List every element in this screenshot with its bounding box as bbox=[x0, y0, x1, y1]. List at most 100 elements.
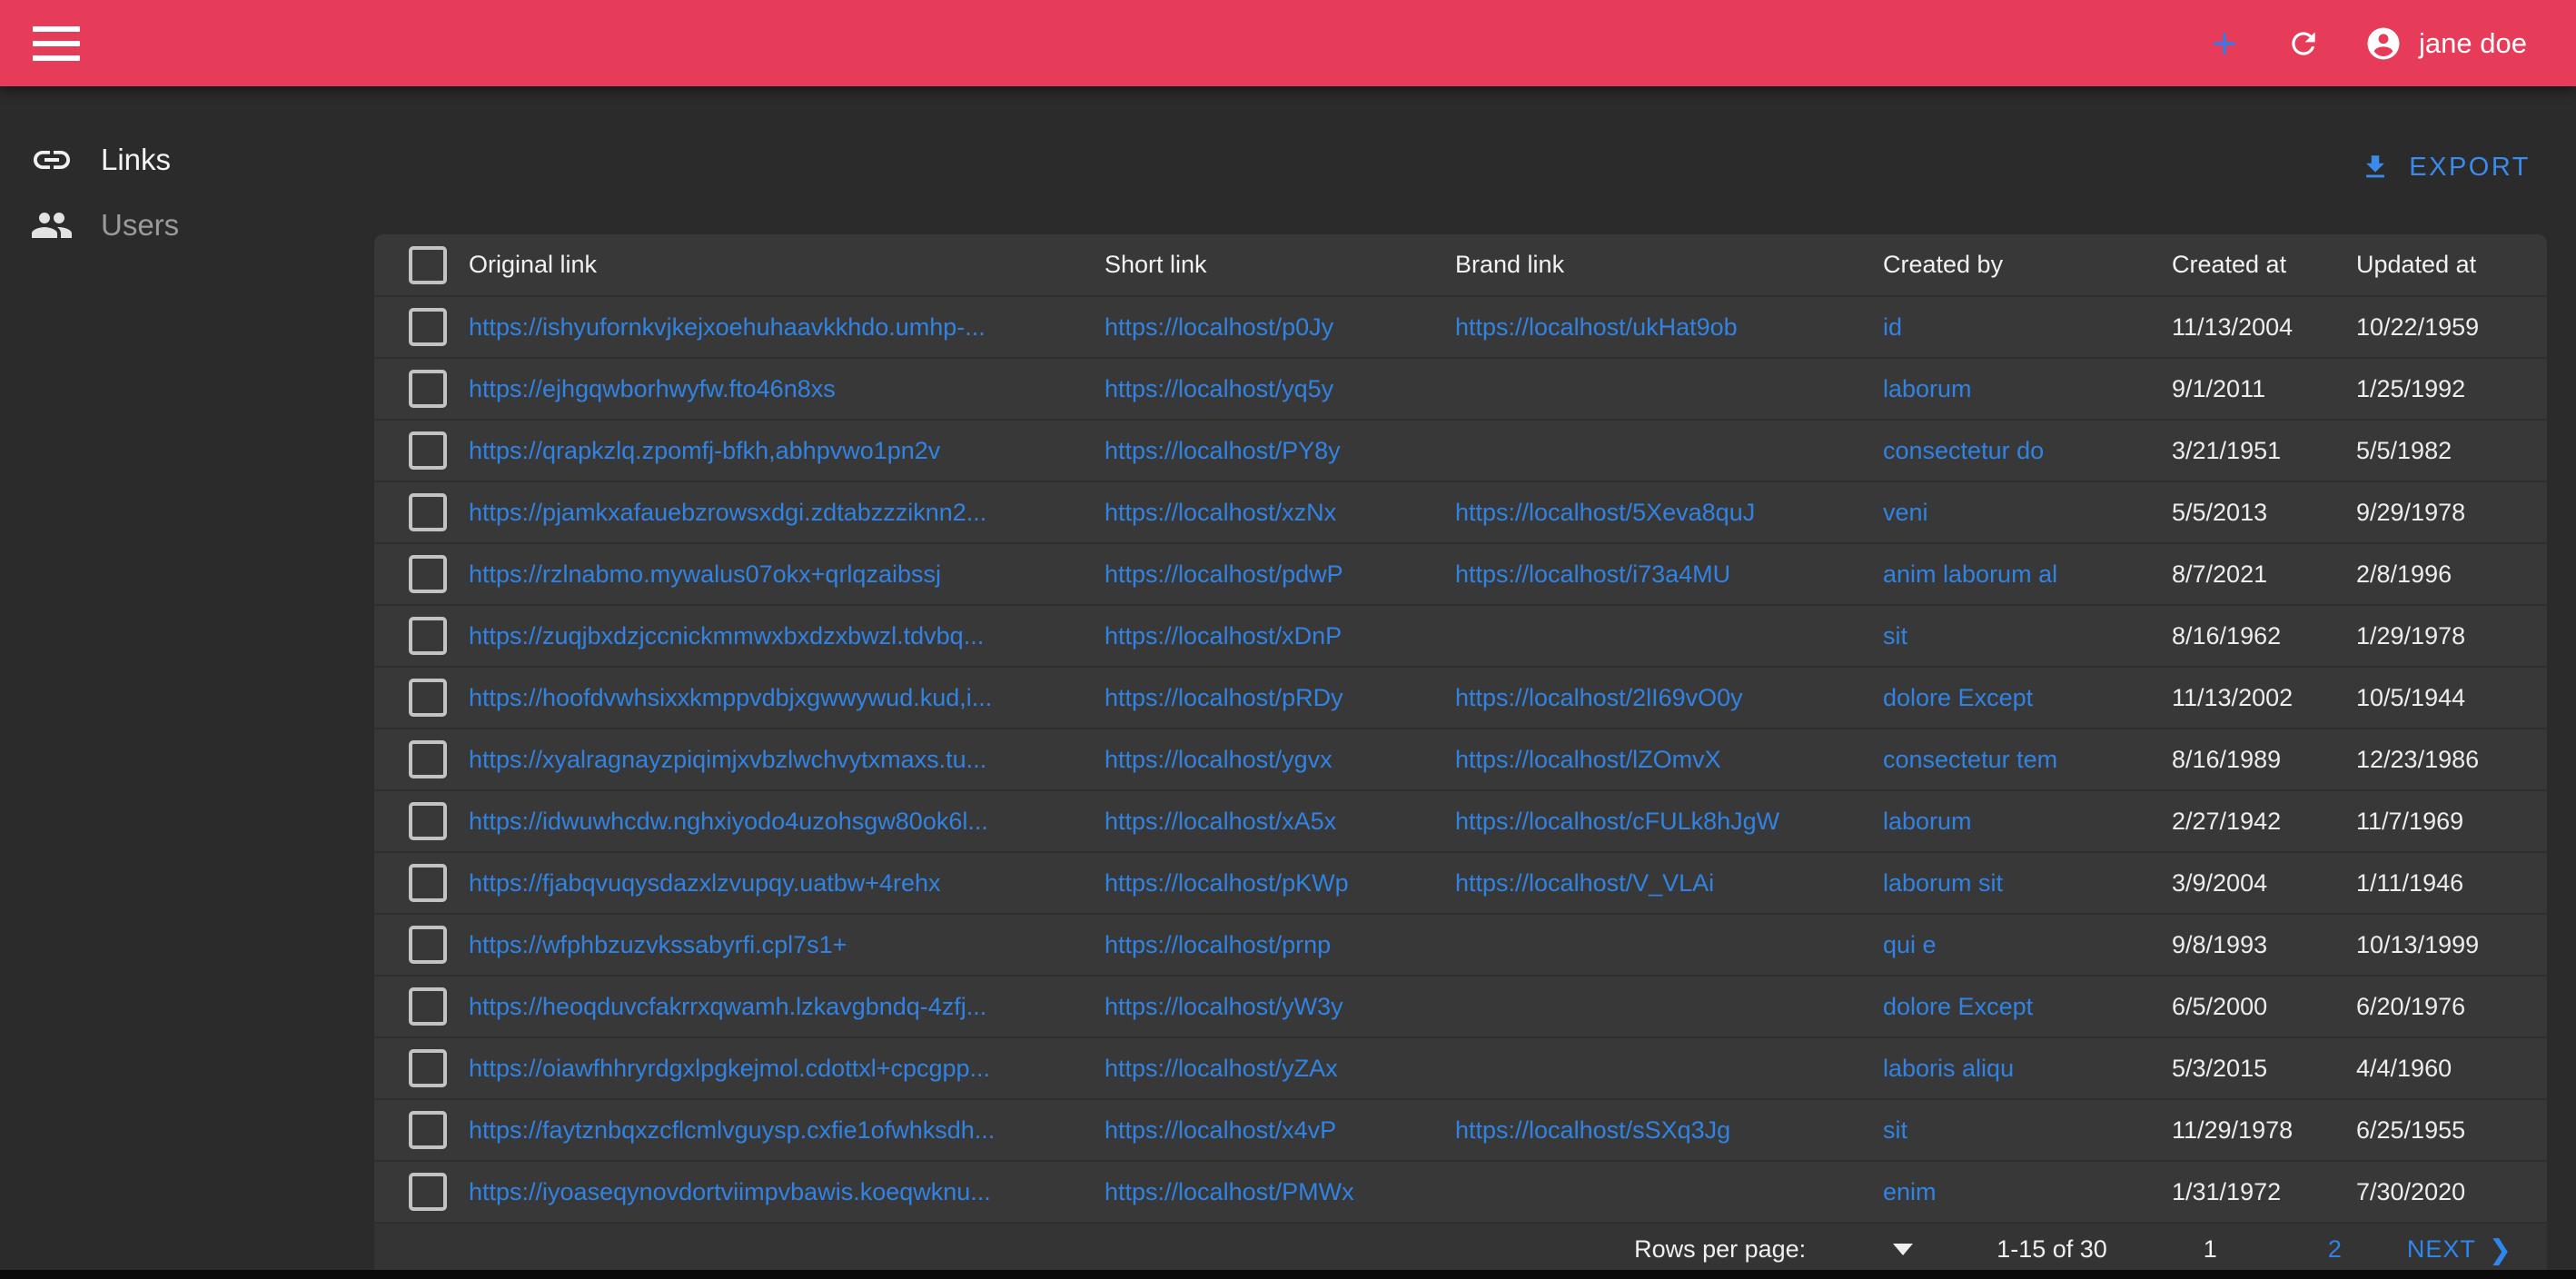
row-checkbox[interactable] bbox=[409, 1173, 447, 1211]
created-by[interactable]: sit bbox=[1883, 1116, 2172, 1145]
user-menu[interactable]: jane doe bbox=[2364, 25, 2527, 63]
created-by[interactable]: laborum sit bbox=[1883, 869, 2172, 897]
original-link[interactable]: https://idwuwhcdw.nghxiyodo4uzohsgw80ok6… bbox=[469, 808, 1105, 836]
row-checkbox[interactable] bbox=[409, 926, 447, 964]
row-checkbox[interactable] bbox=[409, 617, 447, 655]
created-by[interactable]: qui e bbox=[1883, 931, 2172, 959]
next-page-button[interactable]: NEXT ❯ bbox=[2407, 1235, 2512, 1264]
page-button-2[interactable]: 2 bbox=[2328, 1235, 2342, 1264]
original-link[interactable]: https://xyalragnayzpiqimjxvbzlwchvytxmax… bbox=[469, 746, 1105, 774]
short-link[interactable]: https://localhost/yW3y bbox=[1105, 993, 1455, 1021]
row-checkbox[interactable] bbox=[409, 679, 447, 717]
short-link[interactable]: https://localhost/xA5x bbox=[1105, 808, 1455, 836]
brand-link[interactable]: https://localhost/sSXq3Jg bbox=[1455, 1116, 1883, 1145]
page-button-1[interactable]: 1 bbox=[2204, 1235, 2217, 1264]
row-checkbox[interactable] bbox=[409, 1111, 447, 1149]
table-row: https://faytznbqxzcflcmlvguysp.cxfie1ofw… bbox=[374, 1098, 2547, 1160]
row-checkbox[interactable] bbox=[409, 555, 447, 593]
link-icon bbox=[30, 138, 74, 182]
row-checkbox[interactable] bbox=[409, 370, 447, 408]
row-checkbox[interactable] bbox=[409, 740, 447, 778]
short-link[interactable]: https://localhost/pKWp bbox=[1105, 869, 1455, 897]
created-at: 8/7/2021 bbox=[2172, 560, 2356, 589]
short-link[interactable]: https://localhost/ygvx bbox=[1105, 746, 1455, 774]
created-by[interactable]: veni bbox=[1883, 499, 2172, 527]
brand-link[interactable]: https://localhost/5Xeva8quJ bbox=[1455, 499, 1883, 527]
menu-icon[interactable] bbox=[33, 26, 80, 61]
column-header-created-at[interactable]: Created at bbox=[2172, 251, 2356, 279]
created-at: 6/5/2000 bbox=[2172, 993, 2356, 1021]
created-by[interactable]: dolore Except bbox=[1883, 684, 2172, 712]
row-checkbox[interactable] bbox=[409, 493, 447, 531]
row-checkbox[interactable] bbox=[409, 308, 447, 346]
export-button[interactable]: EXPORT bbox=[2360, 144, 2531, 191]
row-checkbox[interactable] bbox=[409, 864, 447, 902]
brand-link[interactable]: https://localhost/ukHat9ob bbox=[1455, 313, 1883, 342]
row-checkbox[interactable] bbox=[409, 802, 447, 840]
short-link[interactable]: https://localhost/prnp bbox=[1105, 931, 1455, 959]
brand-link[interactable]: https://localhost/cFULk8hJgW bbox=[1455, 808, 1883, 836]
column-header-original-link[interactable]: Original link bbox=[469, 251, 1105, 279]
short-link[interactable]: https://localhost/xDnP bbox=[1105, 622, 1455, 650]
original-link[interactable]: https://oiawfhhryrdgxlpgkejmol.cdottxl+c… bbox=[469, 1055, 1105, 1083]
short-link[interactable]: https://localhost/PY8y bbox=[1105, 437, 1455, 465]
created-by[interactable]: laborum bbox=[1883, 808, 2172, 836]
created-by[interactable]: consectetur tem bbox=[1883, 746, 2172, 774]
original-link[interactable]: https://zuqjbxdzjccnickmmwxbxdzxbwzl.tdv… bbox=[469, 622, 1105, 650]
created-by[interactable]: enim bbox=[1883, 1178, 2172, 1206]
column-header-updated-at[interactable]: Updated at bbox=[2356, 251, 2547, 279]
table-row: https://oiawfhhryrdgxlpgkejmol.cdottxl+c… bbox=[374, 1036, 2547, 1098]
people-icon bbox=[30, 203, 74, 247]
short-link[interactable]: https://localhost/pRDy bbox=[1105, 684, 1455, 712]
created-at: 11/13/2004 bbox=[2172, 313, 2356, 342]
original-link[interactable]: https://faytznbqxzcflcmlvguysp.cxfie1ofw… bbox=[469, 1116, 1105, 1145]
original-link[interactable]: https://wfphbzuzvkssabyrfi.cpl7s1+ bbox=[469, 931, 1105, 959]
updated-at: 4/4/1960 bbox=[2356, 1055, 2547, 1083]
short-link[interactable]: https://localhost/x4vP bbox=[1105, 1116, 1455, 1145]
created-by[interactable]: laboris aliqu bbox=[1883, 1055, 2172, 1083]
brand-link[interactable]: https://localhost/i73a4MU bbox=[1455, 560, 1883, 589]
created-by[interactable]: consectetur do bbox=[1883, 437, 2172, 465]
short-link[interactable]: https://localhost/pdwP bbox=[1105, 560, 1455, 589]
bottom-edge bbox=[0, 1270, 2576, 1279]
row-checkbox[interactable] bbox=[409, 1049, 447, 1087]
original-link[interactable]: https://ishyufornkvjkejxoehuhaavkkhdo.um… bbox=[469, 313, 1105, 342]
original-link[interactable]: https://rzlnabmo.mywalus07okx+qrlqzaibss… bbox=[469, 560, 1105, 589]
original-link[interactable]: https://pjamkxafauebzrowsxdgi.zdtabzzzik… bbox=[469, 499, 1105, 527]
table-row: https://fjabqvuqysdazxlzvupqy.uatbw+4reh… bbox=[374, 851, 2547, 913]
column-header-short-link[interactable]: Short link bbox=[1105, 251, 1455, 279]
created-by[interactable]: anim laborum al bbox=[1883, 560, 2172, 589]
refresh-button[interactable] bbox=[2286, 26, 2321, 61]
original-link[interactable]: https://fjabqvuqysdazxlzvupqy.uatbw+4reh… bbox=[469, 869, 1105, 897]
original-link[interactable]: https://qrapkzlq.zpomfj-bfkh,abhpvwo1pn2… bbox=[469, 437, 1105, 465]
row-checkbox[interactable] bbox=[409, 431, 447, 470]
short-link[interactable]: https://localhost/p0Jy bbox=[1105, 313, 1455, 342]
column-header-created-by[interactable]: Created by bbox=[1883, 251, 2172, 279]
add-link-button[interactable] bbox=[2206, 25, 2243, 62]
original-link[interactable]: https://hoofdvwhsixxkmppvdbjxgwwywud.kud… bbox=[469, 684, 1105, 712]
created-at: 1/31/1972 bbox=[2172, 1178, 2356, 1206]
brand-link[interactable]: https://localhost/lZOmvX bbox=[1455, 746, 1883, 774]
created-by[interactable]: id bbox=[1883, 313, 2172, 342]
created-by[interactable]: sit bbox=[1883, 622, 2172, 650]
column-header-brand-link[interactable]: Brand link bbox=[1455, 251, 1883, 279]
table-body: https://ishyufornkvjkejxoehuhaavkkhdo.um… bbox=[374, 295, 2547, 1222]
created-by[interactable]: dolore Except bbox=[1883, 993, 2172, 1021]
rows-per-page-select[interactable] bbox=[1893, 1244, 1913, 1255]
select-all-checkbox[interactable] bbox=[409, 246, 447, 284]
original-link[interactable]: https://heoqduvcfakrrxqwamh.lzkavgbndq-4… bbox=[469, 993, 1105, 1021]
brand-link[interactable]: https://localhost/V_VLAi bbox=[1455, 869, 1883, 897]
brand-link[interactable]: https://localhost/2lI69vO0y bbox=[1455, 684, 1883, 712]
original-link[interactable]: https://ejhgqwborhwyfw.fto46n8xs bbox=[469, 375, 1105, 403]
row-checkbox[interactable] bbox=[409, 987, 447, 1026]
updated-at: 5/5/1982 bbox=[2356, 437, 2547, 465]
short-link[interactable]: https://localhost/yZAx bbox=[1105, 1055, 1455, 1083]
short-link[interactable]: https://localhost/xzNx bbox=[1105, 499, 1455, 527]
sidebar-item-users[interactable]: Users bbox=[0, 193, 372, 258]
updated-at: 10/5/1944 bbox=[2356, 684, 2547, 712]
short-link[interactable]: https://localhost/yq5y bbox=[1105, 375, 1455, 403]
created-by[interactable]: laborum bbox=[1883, 375, 2172, 403]
sidebar-item-links[interactable]: Links bbox=[0, 127, 372, 193]
short-link[interactable]: https://localhost/PMWx bbox=[1105, 1178, 1455, 1206]
original-link[interactable]: https://iyoaseqynovdortviimpvbawis.koeqw… bbox=[469, 1178, 1105, 1206]
